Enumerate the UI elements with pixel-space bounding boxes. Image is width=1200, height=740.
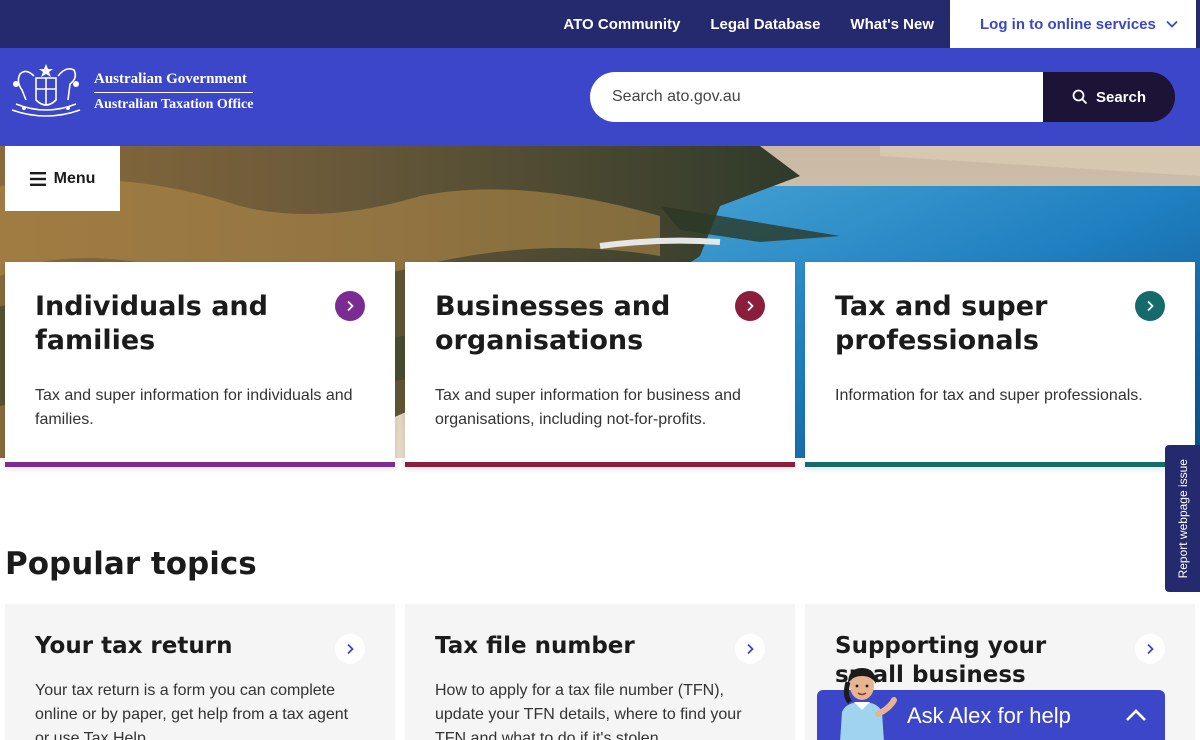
menu-button[interactable]: Menu <box>5 146 120 211</box>
menu-label: Menu <box>53 169 96 187</box>
search-input[interactable] <box>590 72 1050 122</box>
card-arrow-button[interactable] <box>335 291 365 321</box>
site-header: Australian Government Australian Taxatio… <box>0 48 1200 146</box>
chevron-right-icon <box>1147 643 1154 655</box>
chevron-right-icon <box>747 300 754 312</box>
topic-arrow-button[interactable] <box>335 634 365 664</box>
whats-new-link[interactable]: What's New <box>850 16 934 33</box>
topic-description: How to apply for a tax file number (TFN)… <box>435 682 742 740</box>
report-tab-label: Report webpage issue <box>1175 458 1190 579</box>
card-title: Businesses and organisations <box>435 291 671 356</box>
ato-logo[interactable]: Australian Government Australian Taxatio… <box>4 58 264 126</box>
search-button-label: Search <box>1095 88 1147 106</box>
chevron-right-icon <box>747 643 754 655</box>
card-title: Tax and super professionals <box>835 291 1048 356</box>
chevron-down-icon <box>1166 20 1178 28</box>
chevron-right-icon <box>347 643 354 655</box>
ato-community-link[interactable]: ATO Community <box>563 16 680 33</box>
topic-title: Your tax return <box>35 633 233 659</box>
popular-topics-heading: Popular topics <box>5 546 257 582</box>
topic-title: Tax file number <box>435 633 635 659</box>
audience-card-professionals[interactable]: Tax and super professionals Information … <box>805 262 1195 467</box>
card-description: Tax and super information for business a… <box>435 387 741 428</box>
card-description: Information for tax and super profession… <box>835 387 1143 404</box>
card-arrow-button[interactable] <box>1135 291 1165 321</box>
utility-links: ATO Community Legal Database What's New <box>563 0 934 48</box>
card-accent-bar <box>405 462 795 467</box>
card-title: Individuals and families <box>35 291 268 356</box>
card-description: Tax and super information for individual… <box>35 387 353 428</box>
hamburger-menu-icon <box>29 171 46 186</box>
logo-text: Australian Government Australian Taxatio… <box>94 71 254 113</box>
report-webpage-issue-tab[interactable]: Report webpage issue <box>1165 445 1200 592</box>
coat-of-arms-icon <box>11 64 81 117</box>
audience-card-individuals[interactable]: Individuals and families Tax and super i… <box>5 262 395 467</box>
ask-alex-label: Ask Alex for help <box>907 703 1071 728</box>
search-form: Search <box>590 72 1175 122</box>
topic-card-tax-file-number[interactable]: Tax file number How to apply for a tax f… <box>405 604 795 740</box>
topic-card-tax-return[interactable]: Your tax return Your tax return is a for… <box>5 604 395 740</box>
alex-avatar <box>840 668 897 740</box>
chevron-right-icon <box>1147 300 1154 312</box>
search-icon <box>1072 89 1088 105</box>
chevron-up-icon[interactable] <box>1125 706 1147 724</box>
audience-card-businesses[interactable]: Businesses and organisations Tax and sup… <box>405 262 795 467</box>
logo-government-text: Australian Government <box>94 71 254 93</box>
card-arrow-button[interactable] <box>735 291 765 321</box>
legal-database-link[interactable]: Legal Database <box>710 16 820 33</box>
card-accent-bar <box>5 462 395 467</box>
login-online-services-button[interactable]: Log in to online services <box>950 0 1196 48</box>
card-accent-bar <box>805 462 1195 467</box>
topic-arrow-button[interactable] <box>735 634 765 664</box>
login-label: Log in to online services <box>980 15 1156 33</box>
logo-ato-text: Australian Taxation Office <box>94 97 254 112</box>
topic-arrow-button[interactable] <box>1135 634 1165 664</box>
utility-bar: ATO Community Legal Database What's New … <box>0 0 1200 48</box>
topic-description: Your tax return is a form you can comple… <box>35 682 349 740</box>
chevron-right-icon <box>347 300 354 312</box>
search-button[interactable]: Search <box>1043 72 1175 122</box>
